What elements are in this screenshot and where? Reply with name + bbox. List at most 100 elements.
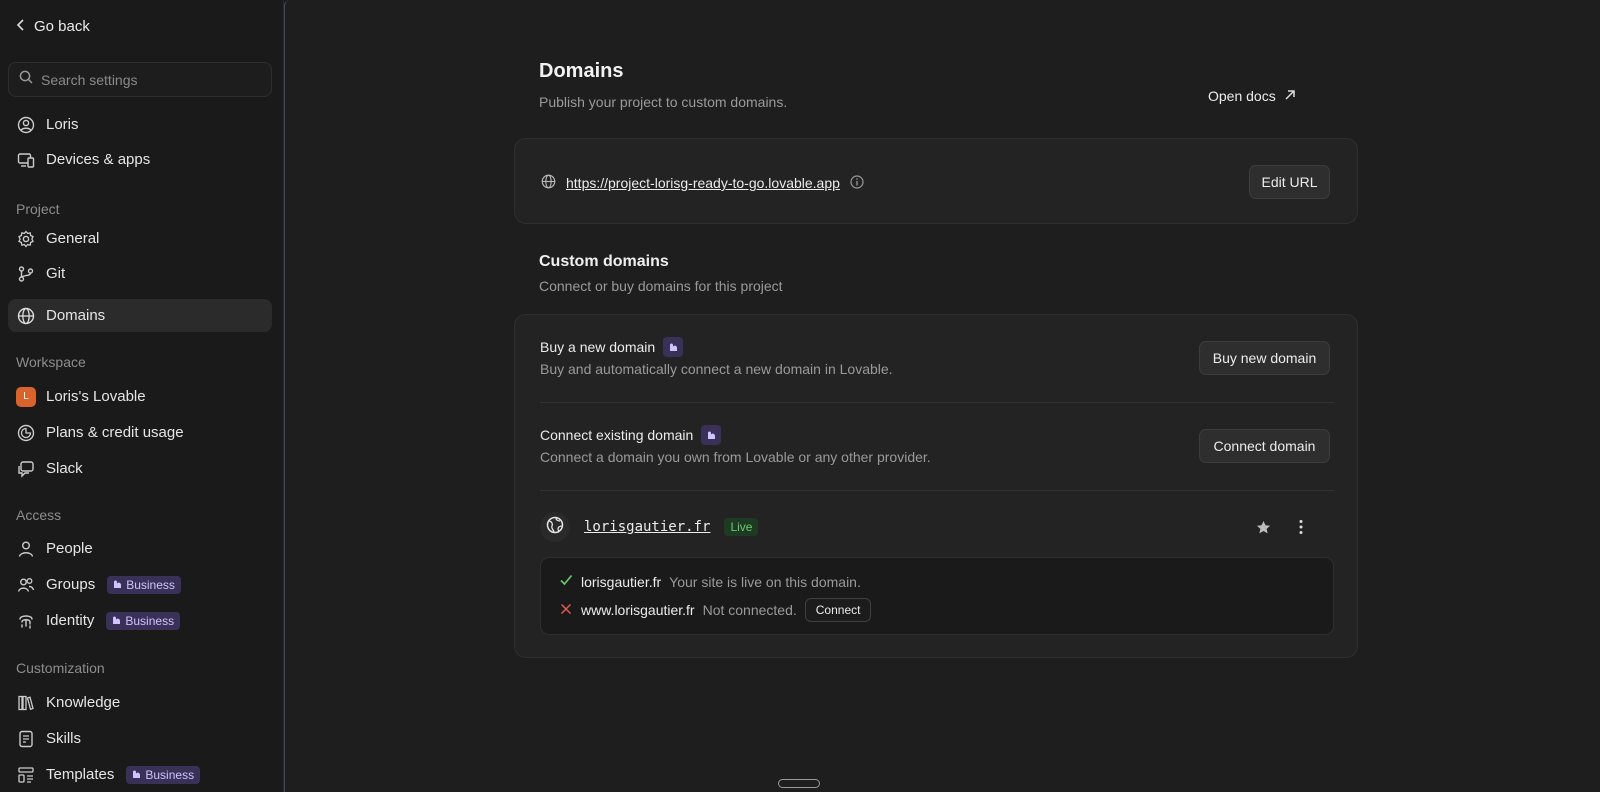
lovable-mark-icon bbox=[132, 768, 141, 782]
section-label-workspace: Workspace bbox=[16, 354, 86, 370]
sidebar-item-label: Groups bbox=[46, 576, 96, 593]
page-title: Domains bbox=[539, 60, 624, 82]
domain-entry-header: lorisgautier.fr Live bbox=[540, 512, 759, 542]
project-url-card: https://project-lorisg-ready-to-go.lovab… bbox=[514, 138, 1358, 224]
lovable-mark-icon bbox=[663, 337, 684, 357]
search-settings-field[interactable] bbox=[8, 62, 272, 97]
custom-domains-card: Buy a new domain Buy and automatically c… bbox=[514, 314, 1358, 658]
dns-note: Not connected. bbox=[702, 602, 797, 618]
sidebar-item-templates[interactable]: Templates Business bbox=[8, 758, 272, 791]
chevron-left-icon bbox=[16, 18, 26, 35]
open-docs-link[interactable]: Open docs bbox=[1208, 88, 1296, 104]
search-icon bbox=[19, 70, 33, 89]
go-back-label: Go back bbox=[34, 18, 90, 35]
scroll-handle[interactable] bbox=[778, 779, 820, 788]
business-badge: Business bbox=[106, 611, 181, 630]
credit-gauge-icon bbox=[16, 423, 36, 443]
sidebar-item-label: Loris's Lovable bbox=[46, 388, 146, 405]
project-url-link[interactable]: https://project-lorisg-ready-to-go.lovab… bbox=[566, 175, 840, 191]
workspace-avatar-wrap: L bbox=[16, 386, 36, 407]
divider bbox=[540, 402, 1334, 403]
person-icon bbox=[16, 539, 36, 559]
connect-www-button[interactable]: Connect bbox=[804, 598, 872, 622]
globe-badge bbox=[540, 512, 570, 542]
connect-domain-title: Connect existing domain bbox=[540, 425, 722, 445]
sidebar-item-user[interactable]: Loris bbox=[8, 108, 272, 141]
sidebar-item-label: People bbox=[46, 540, 93, 557]
network-globe-icon bbox=[546, 516, 564, 539]
lovable-mark-icon bbox=[113, 578, 122, 592]
dns-host: www.lorisgautier.fr bbox=[581, 602, 695, 618]
sidebar-item-label: General bbox=[46, 230, 100, 247]
custom-domains-subtitle: Connect or buy domains for this project bbox=[539, 278, 783, 294]
buy-domain-title-text: Buy a new domain bbox=[540, 339, 656, 355]
connect-domain-title-text: Connect existing domain bbox=[540, 427, 694, 443]
business-badge-label: Business bbox=[126, 577, 175, 592]
sidebar-item-skills[interactable]: Skills bbox=[8, 722, 272, 755]
settings-sidebar: Go back Loris Devices & apps Project bbox=[0, 0, 284, 792]
section-label-customization: Customization bbox=[16, 660, 105, 676]
chat-icon bbox=[16, 459, 36, 479]
sidebar-item-label: Plans & credit usage bbox=[46, 424, 184, 441]
page-subtitle: Publish your project to custom domains. bbox=[539, 94, 788, 110]
sidebar-item-slack[interactable]: Slack bbox=[8, 452, 272, 485]
sidebar-item-label: Identity bbox=[46, 612, 95, 629]
dns-note: Your site is live on this domain. bbox=[669, 573, 861, 590]
sidebar-item-plans[interactable]: Plans & credit usage bbox=[8, 416, 272, 449]
devices-icon bbox=[16, 150, 36, 170]
connect-domain-button[interactable]: Connect domain bbox=[1199, 429, 1330, 463]
buy-new-domain-button[interactable]: Buy new domain bbox=[1199, 341, 1330, 375]
divider bbox=[540, 490, 1334, 491]
globe-icon bbox=[541, 174, 556, 192]
main-panel: Domains Publish your project to custom d… bbox=[284, 0, 1600, 792]
sidebar-item-domains[interactable]: Domains bbox=[8, 299, 272, 332]
star-icon[interactable] bbox=[1251, 515, 1275, 539]
sidebar-item-devices[interactable]: Devices & apps bbox=[8, 143, 272, 176]
section-label-access: Access bbox=[16, 507, 62, 523]
sidebar-item-label: Knowledge bbox=[46, 694, 121, 711]
connect-domain-desc: Connect a domain you own from Lovable or… bbox=[540, 449, 931, 465]
sidebar-item-general[interactable]: General bbox=[8, 222, 272, 255]
live-status-badge: Live bbox=[724, 518, 759, 536]
sidebar-item-label: Git bbox=[46, 265, 66, 282]
business-badge-label: Business bbox=[145, 767, 195, 782]
search-settings-input[interactable] bbox=[41, 71, 241, 88]
sidebar-item-groups[interactable]: Groups Business bbox=[8, 568, 272, 601]
user-circle-icon bbox=[16, 115, 36, 135]
buy-domain-title: Buy a new domain bbox=[540, 337, 684, 357]
custom-domains-title: Custom domains bbox=[539, 253, 669, 270]
group-icon bbox=[16, 575, 36, 595]
lovable-mark-icon bbox=[701, 425, 722, 445]
buy-domain-desc: Buy and automatically connect a new doma… bbox=[540, 361, 893, 377]
document-icon bbox=[16, 729, 36, 749]
sidebar-item-label: Domains bbox=[46, 307, 106, 324]
globe-icon bbox=[16, 306, 36, 326]
sidebar-item-workspace[interactable]: L Loris's Lovable bbox=[8, 380, 272, 413]
info-icon[interactable] bbox=[850, 174, 864, 192]
workspace-avatar: L bbox=[16, 386, 36, 407]
sidebar-item-label: Skills bbox=[46, 730, 82, 747]
sidebar-item-knowledge[interactable]: Knowledge bbox=[8, 686, 272, 719]
domain-name-link[interactable]: lorisgautier.fr bbox=[584, 519, 710, 535]
project-url-row: https://project-lorisg-ready-to-go.lovab… bbox=[541, 174, 864, 192]
books-icon bbox=[16, 693, 36, 713]
go-back-button[interactable]: Go back bbox=[16, 18, 90, 35]
sidebar-item-label: Loris bbox=[46, 116, 79, 133]
more-vertical-icon[interactable] bbox=[1289, 515, 1313, 539]
gear-icon bbox=[16, 229, 36, 249]
lovable-mark-icon bbox=[112, 614, 121, 628]
git-icon bbox=[16, 264, 36, 284]
sidebar-item-people[interactable]: People bbox=[8, 532, 272, 565]
template-layout-icon bbox=[16, 765, 36, 785]
dns-status-row: lorisgautier.fr Your site is live on thi… bbox=[559, 573, 861, 590]
dns-status-row: www.lorisgautier.fr Not connected. Conne… bbox=[559, 598, 872, 622]
open-docs-label: Open docs bbox=[1208, 88, 1276, 104]
sidebar-item-label: Templates bbox=[46, 766, 115, 783]
sidebar-item-identity[interactable]: Identity Business bbox=[8, 604, 272, 637]
sidebar-item-git[interactable]: Git bbox=[8, 257, 272, 290]
close-x-icon bbox=[559, 602, 573, 619]
edit-url-button[interactable]: Edit URL bbox=[1249, 165, 1330, 199]
business-badge-label: Business bbox=[125, 613, 175, 628]
business-badge: Business bbox=[126, 765, 201, 784]
sidebar-item-label: Devices & apps bbox=[46, 151, 151, 168]
